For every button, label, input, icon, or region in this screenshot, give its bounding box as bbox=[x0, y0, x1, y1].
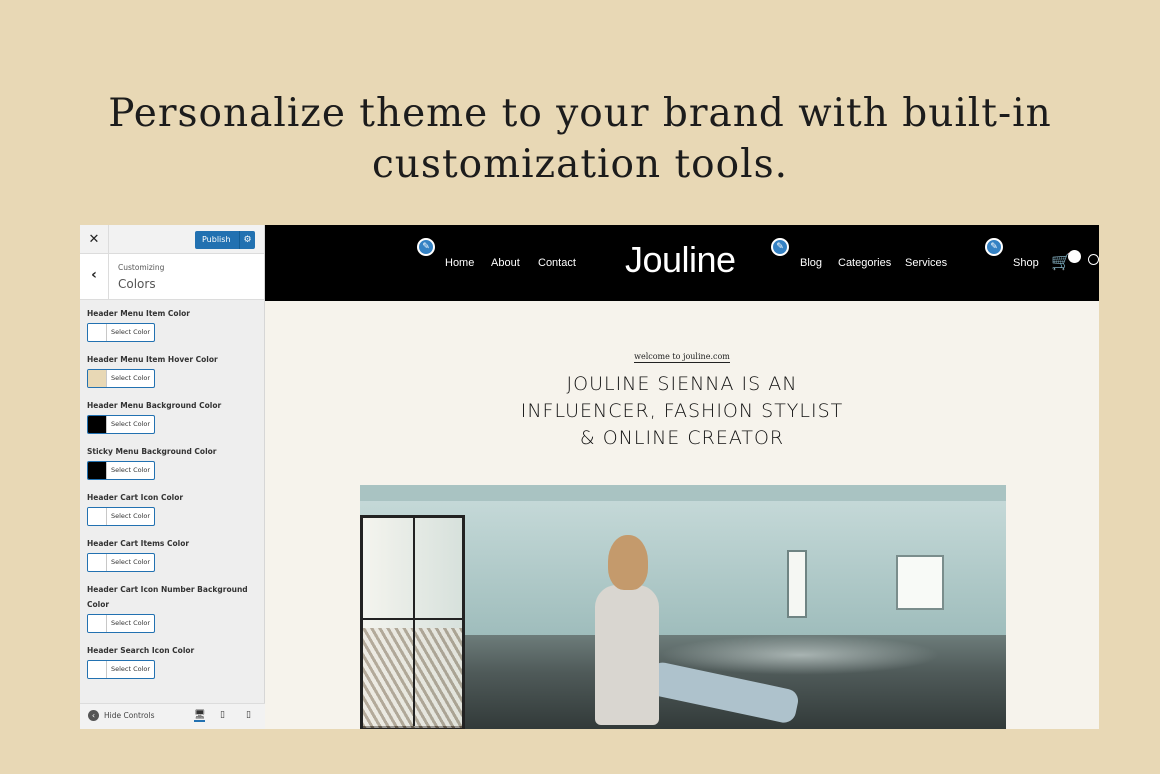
section-title: Colors bbox=[118, 277, 156, 291]
site-tagline: welcome to jouline.com bbox=[265, 352, 1099, 363]
select-color-label: Select Color bbox=[110, 374, 151, 382]
site-preview: ✎ Home About Contact Jouline ✎ Blog Cate… bbox=[265, 225, 1099, 729]
control-label: Header Cart Icon Color bbox=[87, 493, 184, 502]
back-button[interactable]: ‹ bbox=[80, 254, 109, 299]
select-color-button[interactable]: Select Color bbox=[87, 323, 155, 342]
control-label: Header Cart Icon Number Background Color bbox=[87, 585, 248, 609]
color-control: Sticky Menu Background Color Select Colo… bbox=[87, 444, 257, 480]
headline-line-2: customization tools. bbox=[371, 142, 789, 187]
control-label: Header Search Icon Color bbox=[87, 646, 195, 655]
edit-pencil-icon[interactable]: ✎ bbox=[985, 238, 1003, 256]
color-swatch bbox=[88, 370, 107, 387]
section-header: ‹ Customizing Colors bbox=[80, 254, 264, 300]
select-color-label: Select Color bbox=[110, 512, 151, 520]
color-control: Header Cart Items Color Select Color bbox=[87, 536, 257, 572]
publish-label: Publish bbox=[202, 235, 231, 244]
nav-link-home[interactable]: Home bbox=[445, 257, 474, 269]
cart-count-badge bbox=[1068, 250, 1081, 263]
color-control: Header Menu Item Color Select Color bbox=[87, 306, 257, 342]
collapse-icon: ‹ bbox=[88, 710, 99, 721]
hide-controls-button[interactable]: ‹ Hide Controls bbox=[88, 710, 155, 721]
search-icon[interactable] bbox=[1088, 254, 1099, 265]
headline-line-1: Personalize theme to your brand with bui… bbox=[108, 91, 1052, 136]
control-label: Header Cart Items Color bbox=[87, 539, 190, 548]
color-swatch bbox=[88, 416, 107, 433]
nav-link-services[interactable]: Services bbox=[905, 257, 947, 269]
color-swatch bbox=[88, 324, 107, 341]
nav-link-about[interactable]: About bbox=[491, 257, 520, 269]
control-label: Header Menu Item Hover Color bbox=[87, 355, 218, 364]
nav-link-shop[interactable]: Shop bbox=[1013, 257, 1039, 269]
select-color-label: Select Color bbox=[110, 619, 151, 627]
page-headline: Personalize theme to your brand with bui… bbox=[0, 88, 1160, 190]
control-label: Header Menu Item Color bbox=[87, 309, 190, 318]
control-label: Header Menu Background Color bbox=[87, 401, 222, 410]
photo-ceiling bbox=[360, 485, 1006, 501]
tablet-preview-icon[interactable]: ▯ bbox=[220, 710, 225, 720]
photo-figure-head bbox=[608, 535, 648, 590]
panel-footer: ‹ Hide Controls 🖥 ▯ ▯ bbox=[80, 703, 265, 729]
site-logo[interactable]: Jouline bbox=[625, 239, 736, 281]
photo-window bbox=[360, 515, 465, 729]
select-color-label: Select Color bbox=[110, 665, 151, 673]
select-color-label: Select Color bbox=[110, 466, 151, 474]
nav-link-blog[interactable]: Blog bbox=[800, 257, 822, 269]
color-swatch bbox=[88, 554, 107, 571]
select-color-button[interactable]: Select Color bbox=[87, 507, 155, 526]
hero-title-line-2: INFLUENCER, FASHION STYLIST bbox=[520, 400, 844, 422]
customizer-panel: ✕ Publish ⚙ ‹ Customizing Colors Header … bbox=[80, 225, 265, 729]
publish-button[interactable]: Publish ⚙ bbox=[195, 231, 255, 249]
desktop-preview-icon[interactable]: 🖥 bbox=[194, 710, 206, 722]
select-color-button[interactable]: Select Color bbox=[87, 415, 155, 434]
color-control: Header Cart Icon Number Background Color… bbox=[87, 582, 257, 633]
customizer-window: ✕ Publish ⚙ ‹ Customizing Colors Header … bbox=[80, 225, 1099, 729]
select-color-button[interactable]: Select Color bbox=[87, 660, 155, 679]
photo-figure bbox=[595, 585, 659, 725]
select-color-button[interactable]: Select Color bbox=[87, 614, 155, 633]
site-header: ✎ Home About Contact Jouline ✎ Blog Cate… bbox=[265, 225, 1099, 301]
color-control: Header Cart Icon Color Select Color bbox=[87, 490, 257, 526]
color-swatch bbox=[88, 508, 107, 525]
gear-icon[interactable]: ⚙ bbox=[239, 231, 255, 249]
photo-door bbox=[787, 550, 807, 618]
control-label: Sticky Menu Background Color bbox=[87, 447, 217, 456]
color-control: Header Menu Item Hover Color Select Colo… bbox=[87, 352, 257, 388]
select-color-button[interactable]: Select Color bbox=[87, 369, 155, 388]
close-customizer-button[interactable]: ✕ bbox=[80, 225, 109, 254]
hide-controls-label: Hide Controls bbox=[104, 711, 155, 720]
hero-title-line-1: JOULINE SIENNA IS AN bbox=[566, 373, 798, 395]
select-color-label: Select Color bbox=[110, 558, 151, 566]
edit-pencil-icon[interactable]: ✎ bbox=[417, 238, 435, 256]
color-swatch bbox=[88, 661, 107, 678]
tagline-text[interactable]: welcome to jouline.com bbox=[634, 352, 730, 363]
color-swatch bbox=[88, 462, 107, 479]
color-controls-list: Header Menu Item Color Select Color Head… bbox=[80, 300, 264, 679]
hero-photo bbox=[360, 485, 1006, 729]
photo-window-right bbox=[896, 555, 944, 610]
edit-pencil-icon[interactable]: ✎ bbox=[771, 238, 789, 256]
select-color-label: Select Color bbox=[110, 328, 151, 336]
select-color-button[interactable]: Select Color bbox=[87, 461, 155, 480]
select-color-button[interactable]: Select Color bbox=[87, 553, 155, 572]
color-control: Header Menu Background Color Select Colo… bbox=[87, 398, 257, 434]
breadcrumb: Customizing bbox=[118, 263, 165, 272]
photo-floor-reflection bbox=[660, 635, 940, 675]
hero-title: JOULINE SIENNA IS AN INFLUENCER, FASHION… bbox=[265, 371, 1099, 452]
hero-title-line-3: & ONLINE CREATOR bbox=[579, 427, 785, 449]
color-swatch bbox=[88, 615, 107, 632]
nav-link-categories[interactable]: Categories bbox=[838, 257, 891, 269]
color-control: Header Search Icon Color Select Color bbox=[87, 643, 257, 679]
select-color-label: Select Color bbox=[110, 420, 151, 428]
mobile-preview-icon[interactable]: ▯ bbox=[246, 710, 251, 720]
panel-topbar: ✕ Publish ⚙ bbox=[80, 225, 264, 254]
nav-link-contact[interactable]: Contact bbox=[538, 257, 576, 269]
